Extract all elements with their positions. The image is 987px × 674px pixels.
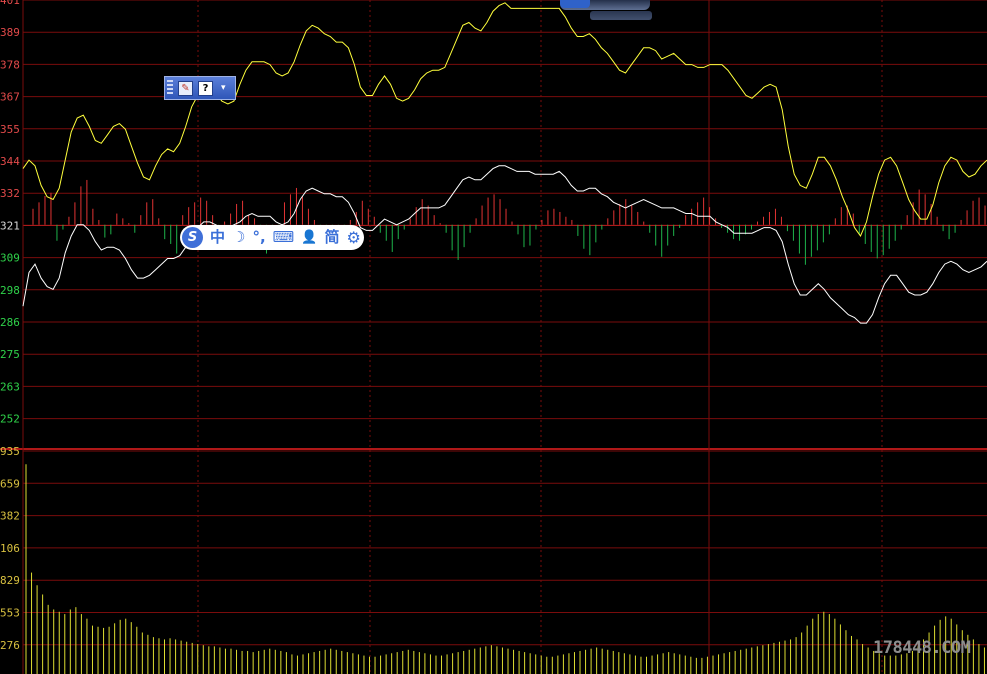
volume-tick-label: 935 <box>0 445 20 458</box>
halfwidth-moon-icon[interactable]: ☽ <box>232 225 245 250</box>
volume-tick-label: 106 <box>0 542 20 555</box>
top-floating-widget[interactable] <box>560 0 650 10</box>
user-icon[interactable]: 👤 <box>301 225 317 250</box>
chinese-mode-button[interactable]: 中 <box>210 225 225 250</box>
price-tick-label: 378 <box>0 58 20 71</box>
volume-tick-label: 829 <box>0 574 20 587</box>
volume-tick-label: 382 <box>0 510 20 523</box>
drag-handle-icon[interactable] <box>167 80 173 96</box>
volume-tick-label: 659 <box>0 477 20 490</box>
price-tick-label: 367 <box>0 91 20 104</box>
price-tick-label: 321 <box>0 219 20 232</box>
ime-toolbar[interactable]: S 中 ☽ °, ⌨ 👤 简 ⚙ <box>180 225 364 250</box>
volume-bars <box>25 464 985 674</box>
price-tick-label: 263 <box>0 380 20 393</box>
settings-gear-icon[interactable]: ⚙ <box>347 225 361 250</box>
top-widget-shadow <box>590 11 652 20</box>
price-tick-label: 275 <box>0 348 20 361</box>
price-tick-label: 309 <box>0 252 20 265</box>
input-method-pen-icon[interactable]: ✎ <box>178 80 193 96</box>
volume-tick-label: 553 <box>0 607 20 620</box>
price-series-line <box>22 2 987 238</box>
price-tick-label: 355 <box>0 123 20 136</box>
watermark: 178448.COM <box>873 638 971 658</box>
price-lines <box>22 2 987 324</box>
axis-tick-labels: 401 389 378 367 355 344 332 321 309 298 286 275 263 2… <box>0 0 20 652</box>
punctuation-icon[interactable]: °, <box>252 225 265 250</box>
help-button[interactable]: ? <box>198 80 213 96</box>
chart-grid <box>0 0 987 674</box>
simplified-chinese-button[interactable]: 简 <box>325 225 340 250</box>
ime-logo-icon[interactable]: S <box>182 227 203 248</box>
price-tick-label: 298 <box>0 284 20 297</box>
language-bar[interactable]: ✎ ? ▾ <box>164 76 236 100</box>
price-tick-label: 389 <box>0 26 20 39</box>
price-tick-label: 344 <box>0 155 20 168</box>
price-tick-label: 252 <box>0 413 20 426</box>
volume-tick-label: 276 <box>0 639 20 652</box>
price-series-line <box>22 165 987 324</box>
keyboard-icon[interactable]: ⌨ <box>273 225 295 250</box>
strength-bars <box>32 179 986 265</box>
price-tick-label: 401 <box>0 0 20 7</box>
stock-chart: 401 389 378 367 355 344 332 321 309 298 286 275 263 2… <box>0 0 987 674</box>
language-bar-menu-icon[interactable]: ▾ <box>221 84 226 93</box>
price-tick-label: 286 <box>0 316 20 329</box>
price-tick-label: 332 <box>0 187 20 200</box>
top-widget-knob[interactable] <box>560 0 590 8</box>
